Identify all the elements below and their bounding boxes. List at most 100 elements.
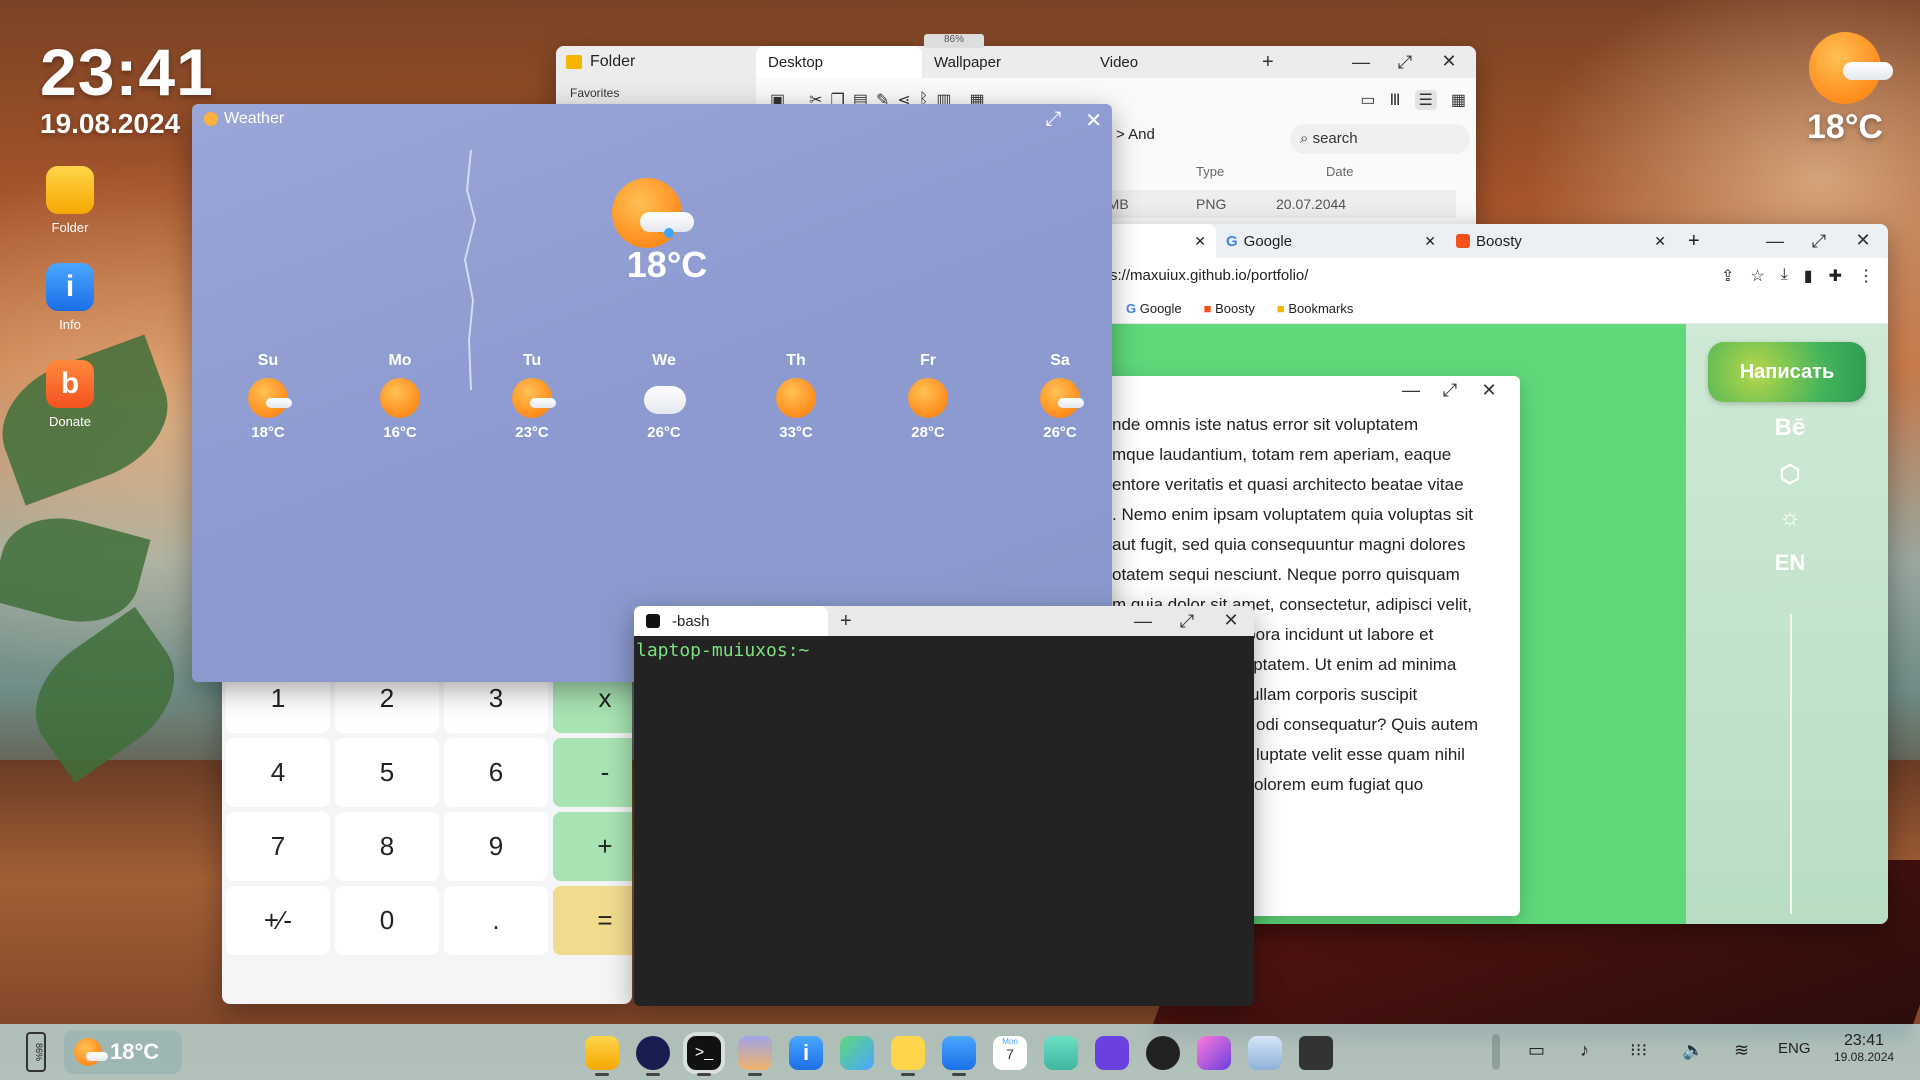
close-tab-icon[interactable]: ✕ <box>1654 233 1666 250</box>
view-columns-icon[interactable]: Ⅲ <box>1390 90 1401 110</box>
maximize-icon[interactable]: ⤢ <box>1802 231 1836 252</box>
column-type[interactable]: Type <box>1196 164 1224 179</box>
new-tab-icon[interactable]: + <box>840 610 852 633</box>
search-input[interactable]: ⌕ search <box>1290 124 1470 154</box>
share-icon[interactable]: ⇪ <box>1721 266 1734 286</box>
page-sidebar: Написать Bē ⬡ ☼ EN <box>1686 324 1888 924</box>
folder-icon[interactable] <box>585 1036 619 1070</box>
desktop-icon-donate[interactable]: b Donate <box>44 360 96 429</box>
folder-icon <box>566 55 582 69</box>
write-button[interactable]: Написать <box>1708 342 1866 402</box>
key-equals[interactable]: = <box>553 886 632 955</box>
browser-icon[interactable] <box>636 1036 670 1070</box>
apps-grid-icon[interactable]: ⁝⁝⁝ <box>1630 1040 1647 1061</box>
new-tab-icon[interactable]: + <box>1688 230 1700 253</box>
taskbar-weather[interactable]: 18°C <box>64 1030 182 1074</box>
close-icon[interactable]: ✕ <box>1214 611 1248 632</box>
close-icon[interactable]: ✕ <box>1472 381 1506 399</box>
key-5[interactable]: 5 <box>335 738 439 807</box>
taskbar-clock[interactable]: 23:41 19.08.2024 <box>1834 1032 1894 1064</box>
close-tab-icon[interactable]: ✕ <box>1424 233 1436 250</box>
extensions-icon[interactable]: ✚ <box>1829 266 1842 286</box>
key-0[interactable]: 0 <box>335 886 439 955</box>
key-plus[interactable]: + <box>553 812 632 881</box>
download-icon[interactable]: ⤓ <box>1781 266 1788 286</box>
info-icon[interactable]: i <box>789 1036 823 1070</box>
notes-icon[interactable] <box>891 1036 925 1070</box>
terminal-icon[interactable]: >_ <box>683 1032 725 1074</box>
system-monitor-icon[interactable] <box>1248 1036 1282 1070</box>
bookmark-google[interactable]: G Google <box>1126 301 1182 316</box>
bookmark-label: Bookmarks <box>1288 301 1354 316</box>
volume-icon[interactable]: 🔈 <box>1682 1040 1704 1061</box>
weather-widget[interactable]: 18°C <box>1790 32 1900 147</box>
close-icon[interactable]: ✕ <box>1846 231 1880 252</box>
close-icon[interactable]: ✕ <box>1432 52 1466 73</box>
gallery-icon[interactable] <box>1044 1036 1078 1070</box>
taskbar-time: 23:41 <box>1844 1032 1885 1049</box>
settings-icon[interactable] <box>840 1036 874 1070</box>
window-switcher-icon[interactable]: ▭ <box>1528 1040 1545 1061</box>
tab-google[interactable]: G Google ✕ <box>1216 224 1446 258</box>
tab-video[interactable]: Video <box>1088 46 1254 78</box>
codepen-icon[interactable]: ⬡ <box>1770 460 1810 489</box>
sidebar-favorites[interactable]: Favorites <box>570 86 742 100</box>
sun-cloud-icon <box>74 1038 108 1066</box>
desktop-icon-info[interactable]: i Info <box>44 263 96 332</box>
taskbar-divider <box>1492 1034 1500 1070</box>
maximize-icon[interactable]: ⤢ <box>1170 611 1204 632</box>
minimize-icon[interactable]: — <box>1344 52 1378 73</box>
desktop-icon-label: Info <box>59 317 81 332</box>
tab-boosty[interactable]: Boosty ✕ <box>1446 224 1676 258</box>
minimize-icon[interactable]: — <box>1126 611 1160 632</box>
key-minus[interactable]: - <box>553 738 632 807</box>
key-7[interactable]: 7 <box>226 812 330 881</box>
bookmark-folder[interactable]: ■ Bookmarks <box>1277 301 1354 316</box>
language-toggle[interactable]: EN <box>1770 550 1810 576</box>
add-tab-icon[interactable]: + <box>1262 51 1274 74</box>
calculator-icon[interactable] <box>738 1036 772 1070</box>
camera-icon[interactable] <box>1146 1036 1180 1070</box>
maximize-icon[interactable]: ⤢ <box>1388 52 1422 73</box>
weather-icon[interactable] <box>942 1036 976 1070</box>
bookmark-icon[interactable]: ▮ <box>1804 266 1813 286</box>
key-decimal[interactable]: . <box>444 886 548 955</box>
battery-indicator[interactable]: 86% <box>26 1032 46 1072</box>
language-indicator[interactable]: ENG <box>1778 1040 1811 1057</box>
key-4[interactable]: 4 <box>226 738 330 807</box>
table-row[interactable]: 0 MB PNG 20.07.2044 <box>1096 190 1456 218</box>
video-player-icon[interactable] <box>1095 1036 1129 1070</box>
key-6[interactable]: 6 <box>444 738 548 807</box>
trash-icon[interactable] <box>1299 1036 1333 1070</box>
tab-wallpaper[interactable]: Wallpaper <box>922 46 1088 78</box>
desktop-icon-folder[interactable]: Folder <box>44 166 96 235</box>
key-plus-minus[interactable]: +∕- <box>226 886 330 955</box>
theme-sun-icon[interactable]: ☼ <box>1770 504 1810 532</box>
key-9[interactable]: 9 <box>444 812 548 881</box>
address-bar[interactable]: s://maxuiux.github.io/portfolio/ ⇪ ☆ ⤓ ▮… <box>1066 258 1888 294</box>
bookmark-boosty[interactable]: ■ Boosty <box>1204 301 1255 316</box>
minimize-icon[interactable]: — <box>1758 231 1792 252</box>
view-list-icon[interactable]: ☰ <box>1414 90 1437 110</box>
terminal-tab[interactable]: -bash <box>634 606 828 636</box>
menu-dots-icon[interactable]: ⋮ <box>1858 266 1874 286</box>
terminal-prompt[interactable]: laptop-muiuxos:~ <box>636 640 809 661</box>
maximize-icon[interactable]: ⤢ <box>1045 108 1061 133</box>
paint-icon[interactable] <box>1197 1036 1231 1070</box>
terminal-window: -bash + — ⤢ ✕ laptop-muiuxos:~ <box>634 606 1254 1006</box>
key-8[interactable]: 8 <box>335 812 439 881</box>
calendar-icon[interactable]: Mon 7 <box>993 1036 1027 1070</box>
behance-link[interactable]: Bē <box>1770 414 1810 442</box>
music-icon[interactable]: ♪ <box>1580 1040 1589 1061</box>
wifi-icon[interactable]: ≋ <box>1734 1040 1749 1061</box>
minimize-icon[interactable]: — <box>1394 380 1428 401</box>
tab-desktop[interactable]: Desktop <box>756 46 922 78</box>
close-tab-icon[interactable]: ✕ <box>1194 233 1206 250</box>
star-icon[interactable]: ☆ <box>1750 266 1764 286</box>
scroll-track[interactable] <box>1790 614 1792 914</box>
view-preview-icon[interactable]: ▭ <box>1360 90 1375 110</box>
column-date[interactable]: Date <box>1326 164 1353 179</box>
close-icon[interactable]: ✕ <box>1085 108 1102 133</box>
maximize-icon[interactable]: ⤢ <box>1433 380 1467 401</box>
view-grid-icon[interactable]: ▦ <box>1451 90 1466 110</box>
